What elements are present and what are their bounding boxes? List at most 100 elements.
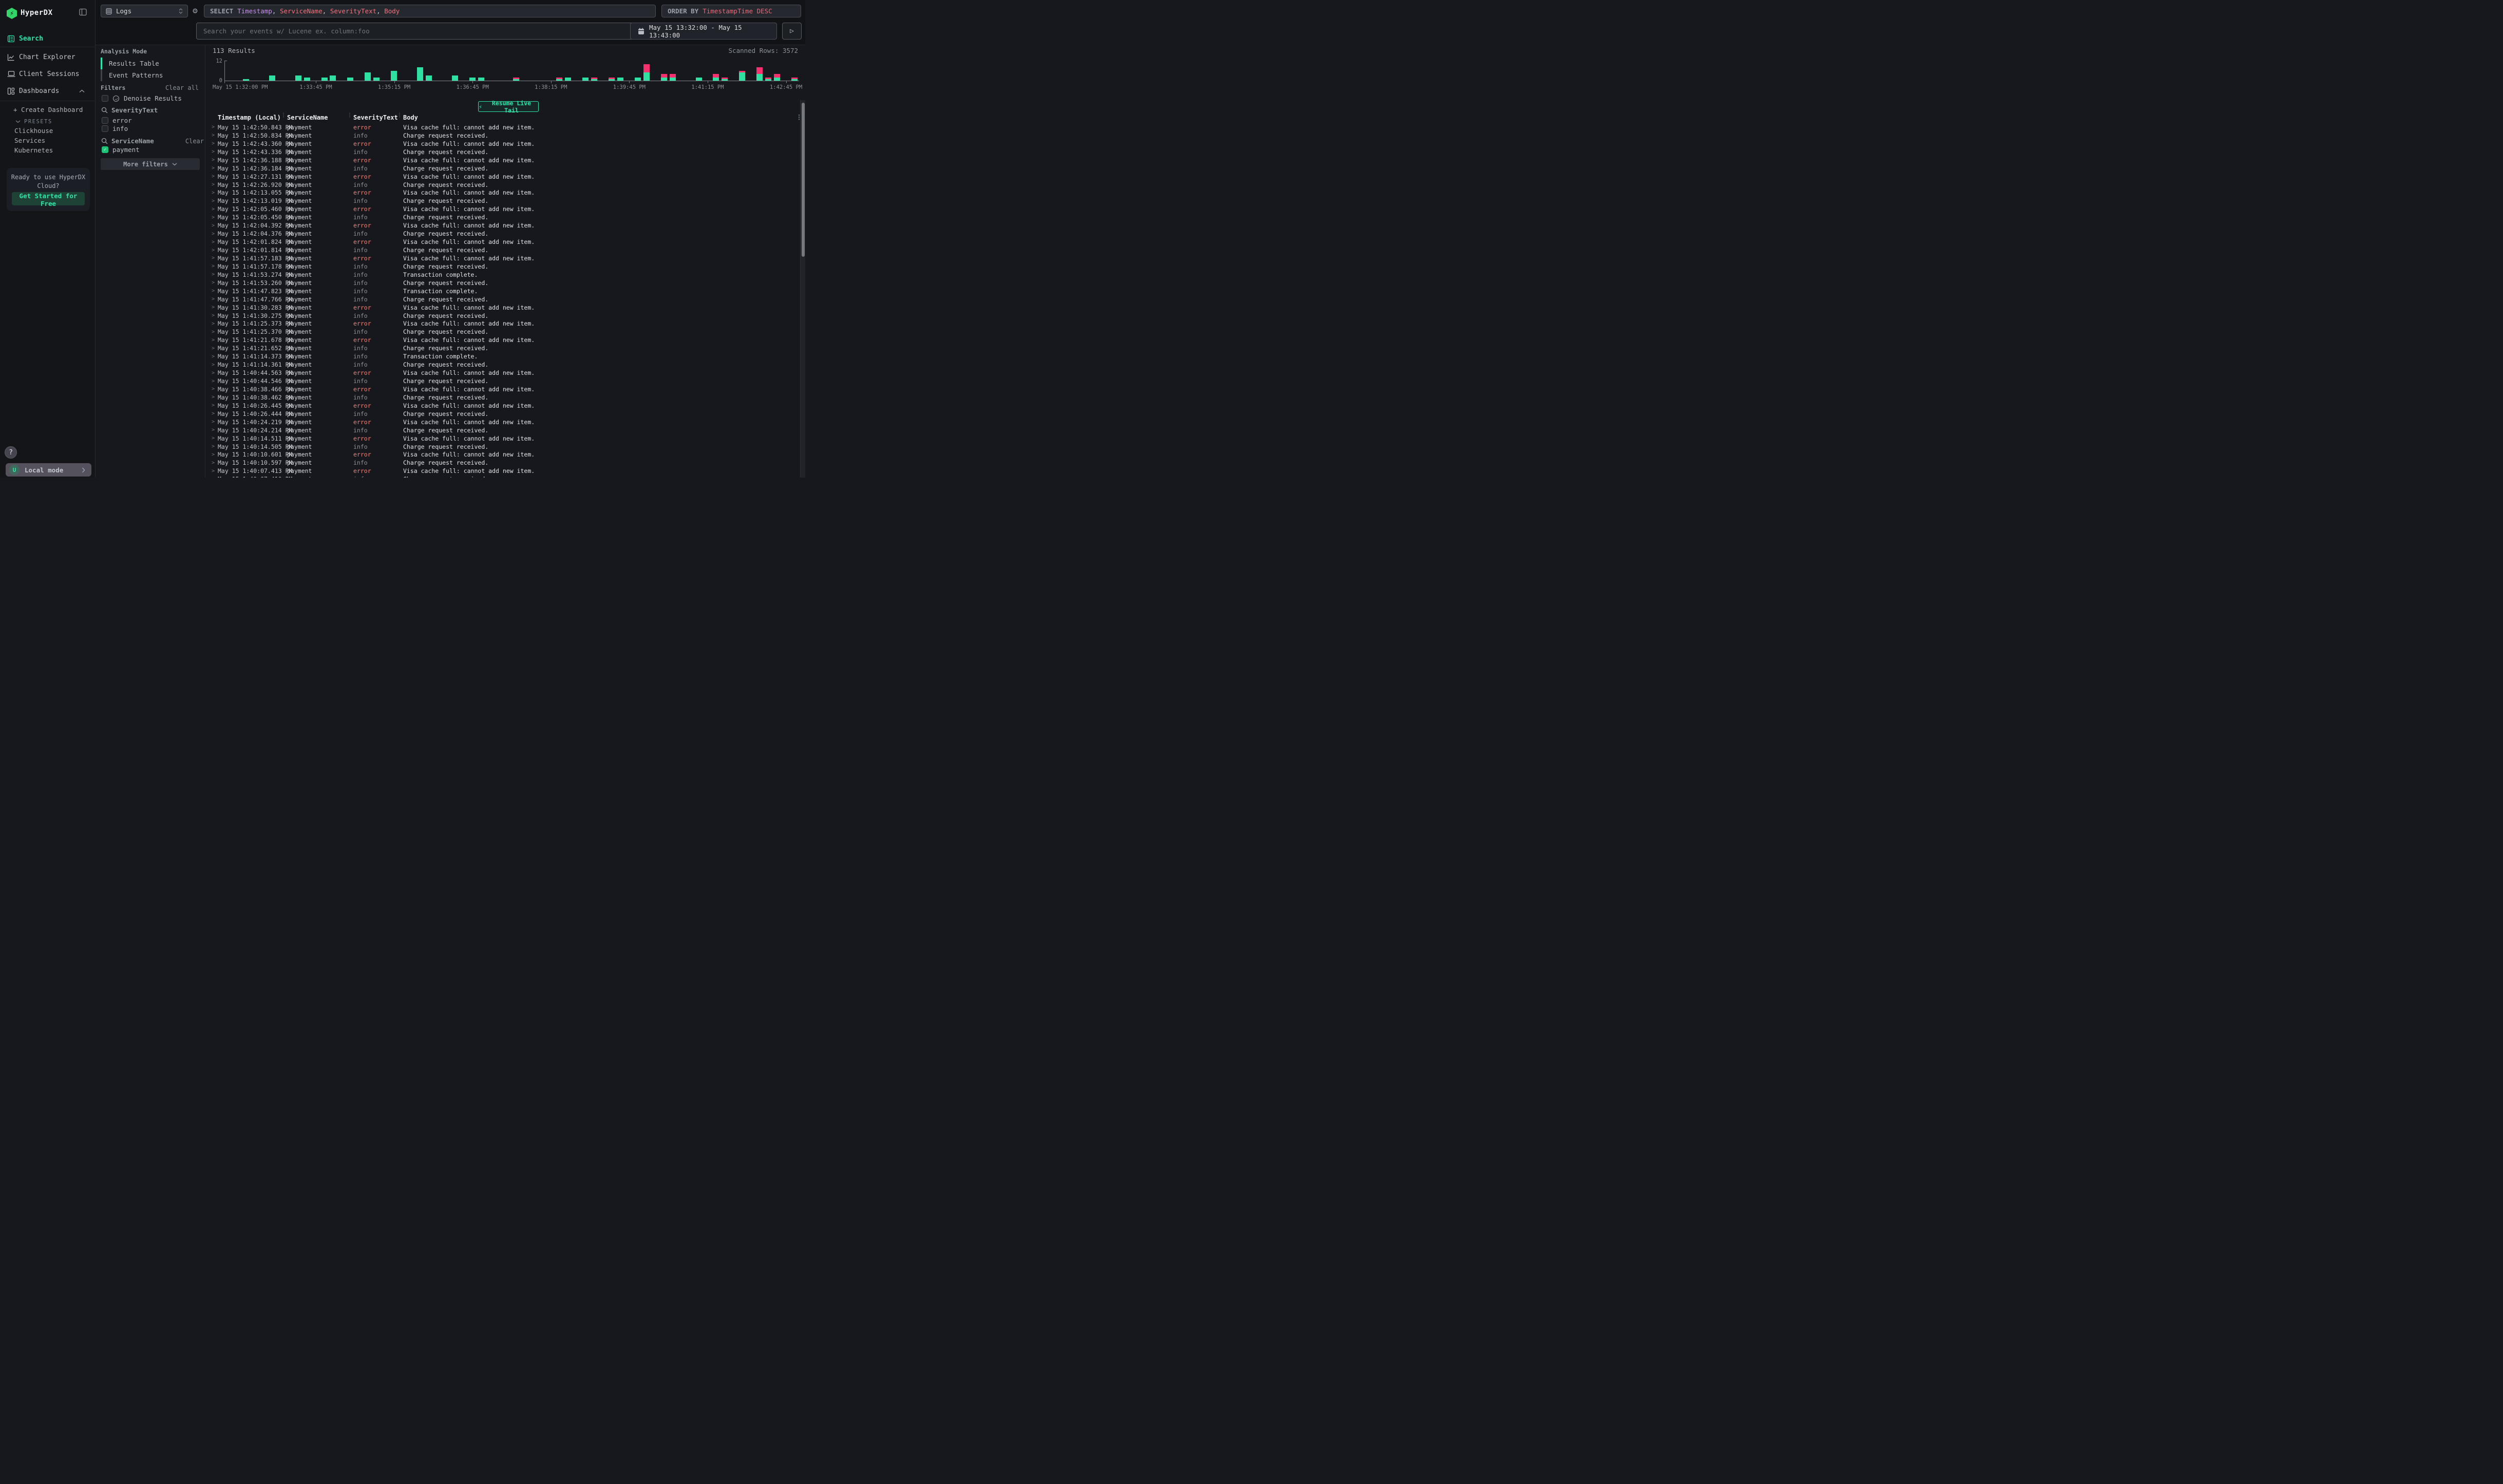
row-expand-chevron-icon[interactable]: > xyxy=(212,419,215,425)
row-expand-chevron-icon[interactable]: > xyxy=(212,263,215,269)
histogram-bar[interactable] xyxy=(774,74,780,81)
row-expand-chevron-icon[interactable]: > xyxy=(212,452,215,458)
row-expand-chevron-icon[interactable]: > xyxy=(212,386,215,392)
histogram-bar[interactable] xyxy=(478,78,484,81)
search-icon[interactable] xyxy=(101,138,108,144)
histogram-bar[interactable] xyxy=(269,75,275,81)
row-expand-chevron-icon[interactable]: > xyxy=(212,141,215,146)
table-row[interactable]: >May 15 1:42:13.055 PMpaymenterrorVisa c… xyxy=(205,189,795,197)
row-expand-chevron-icon[interactable]: > xyxy=(212,346,215,351)
row-expand-chevron-icon[interactable]: > xyxy=(212,182,215,187)
row-expand-chevron-icon[interactable]: > xyxy=(212,124,215,130)
row-expand-chevron-icon[interactable]: > xyxy=(212,378,215,384)
row-expand-chevron-icon[interactable]: > xyxy=(212,215,215,220)
run-query-button[interactable]: ▷ xyxy=(782,23,802,40)
row-expand-chevron-icon[interactable]: > xyxy=(212,370,215,376)
row-expand-chevron-icon[interactable]: > xyxy=(212,255,215,261)
table-row[interactable]: >May 15 1:41:30.283 PMpaymenterrorVisa c… xyxy=(205,303,795,312)
more-filters-button[interactable]: More filters xyxy=(101,158,200,170)
histogram-bar[interactable] xyxy=(304,78,310,81)
histogram-bar[interactable] xyxy=(513,78,519,81)
source-settings-gear-icon[interactable]: ⚙ xyxy=(191,6,200,15)
row-expand-chevron-icon[interactable]: > xyxy=(212,165,215,171)
histogram-bar[interactable] xyxy=(295,75,301,81)
denoise-results-checkbox-row[interactable]: Denoise Results xyxy=(102,94,182,102)
histogram-bar[interactable] xyxy=(373,78,380,81)
mode-results-table[interactable]: Results Table xyxy=(101,58,200,69)
create-dashboard-link[interactable]: + Create Dashboard xyxy=(13,106,83,113)
mode-event-patterns[interactable]: Event Patterns xyxy=(101,69,200,81)
table-row[interactable]: >May 15 1:41:47.823 PMpaymentinfoTransac… xyxy=(205,287,795,295)
table-row[interactable]: >May 15 1:41:25.373 PMpaymenterrorVisa c… xyxy=(205,320,795,328)
histogram-bar[interactable] xyxy=(391,71,397,81)
row-expand-chevron-icon[interactable]: > xyxy=(212,223,215,229)
table-row[interactable]: >May 15 1:40:38.466 PMpaymenterrorVisa c… xyxy=(205,385,795,393)
row-expand-chevron-icon[interactable]: > xyxy=(212,477,215,478)
table-row[interactable]: >May 15 1:40:07.413 PMpaymenterrorVisa c… xyxy=(205,467,795,475)
clear-all-filters-link[interactable]: Clear all xyxy=(165,84,199,91)
row-expand-chevron-icon[interactable]: > xyxy=(212,313,215,318)
row-expand-chevron-icon[interactable]: > xyxy=(212,206,215,212)
row-expand-chevron-icon[interactable]: > xyxy=(212,190,215,196)
table-row[interactable]: >May 15 1:42:43.336 PMpaymentinfoCharge … xyxy=(205,148,795,156)
row-expand-chevron-icon[interactable]: > xyxy=(212,239,215,245)
table-row[interactable]: >May 15 1:40:10.601 PMpaymenterrorVisa c… xyxy=(205,451,795,459)
histogram-bar[interactable] xyxy=(452,75,458,81)
table-row[interactable]: >May 15 1:42:50.843 PMpaymenterrorVisa c… xyxy=(205,123,795,131)
row-expand-chevron-icon[interactable]: > xyxy=(212,329,215,335)
histogram-bar[interactable] xyxy=(565,78,571,81)
row-expand-chevron-icon[interactable]: > xyxy=(212,174,215,179)
histogram-bar[interactable] xyxy=(321,78,328,81)
get-started-button[interactable]: Get Started for Free xyxy=(12,192,85,205)
table-row[interactable]: >May 15 1:41:14.373 PMpaymentinfoTransac… xyxy=(205,352,795,360)
row-expand-chevron-icon[interactable]: > xyxy=(212,394,215,400)
row-expand-chevron-icon[interactable]: > xyxy=(212,132,215,138)
table-row[interactable]: >May 15 1:40:44.546 PMpaymentinfoCharge … xyxy=(205,377,795,385)
histogram-bar[interactable] xyxy=(765,78,771,81)
preset-services[interactable]: Services xyxy=(14,137,45,144)
table-row[interactable]: >May 15 1:42:04.392 PMpaymenterrorVisa c… xyxy=(205,221,795,230)
col-servicename[interactable]: ServiceName xyxy=(287,114,328,121)
row-expand-chevron-icon[interactable]: > xyxy=(212,460,215,466)
table-row[interactable]: >May 15 1:42:43.360 PMpaymenterrorVisa c… xyxy=(205,140,795,148)
column-resize-handle-icon[interactable]: ⋮ xyxy=(281,113,286,118)
preset-kubernetes[interactable]: Kubernetes xyxy=(14,146,53,154)
table-row[interactable]: >May 15 1:41:21.678 PMpaymenterrorVisa c… xyxy=(205,336,795,344)
column-resize-handle-icon[interactable]: ⋮ xyxy=(397,113,402,118)
filter-option-payment[interactable]: ✓ payment xyxy=(102,146,140,154)
histogram-bar[interactable] xyxy=(417,67,423,81)
table-row[interactable]: >May 15 1:40:10.597 PMpaymentinfoCharge … xyxy=(205,459,795,467)
row-expand-chevron-icon[interactable]: > xyxy=(212,296,215,302)
histogram-bar[interactable] xyxy=(643,64,650,81)
row-expand-chevron-icon[interactable]: > xyxy=(212,444,215,449)
row-expand-chevron-icon[interactable]: > xyxy=(212,468,215,474)
filter-option-info[interactable]: info xyxy=(102,125,128,132)
row-expand-chevron-icon[interactable]: > xyxy=(212,272,215,277)
histogram-bar[interactable] xyxy=(713,74,719,81)
row-expand-chevron-icon[interactable]: > xyxy=(212,149,215,155)
source-select[interactable]: Logs xyxy=(101,5,188,17)
table-row[interactable]: >May 15 1:42:13.019 PMpaymentinfoCharge … xyxy=(205,197,795,205)
row-expand-chevron-icon[interactable]: > xyxy=(212,305,215,310)
table-row[interactable]: >May 15 1:42:26.920 PMpaymentinfoCharge … xyxy=(205,181,795,189)
histogram-bar[interactable] xyxy=(330,75,336,81)
table-row[interactable]: >May 15 1:40:14.511 PMpaymenterrorVisa c… xyxy=(205,434,795,443)
checkbox-unchecked[interactable] xyxy=(102,125,108,132)
table-row[interactable]: >May 15 1:40:24.214 PMpaymentinfoCharge … xyxy=(205,426,795,434)
table-row[interactable]: >May 15 1:41:57.178 PMpaymentinfoCharge … xyxy=(205,262,795,271)
table-row[interactable]: >May 15 1:40:07.410 PMpaymentinfoCharge … xyxy=(205,475,795,478)
histogram-bar[interactable] xyxy=(635,78,641,81)
table-row[interactable]: >May 15 1:42:01.824 PMpaymenterrorVisa c… xyxy=(205,238,795,246)
checkbox-unchecked[interactable] xyxy=(102,117,108,124)
row-expand-chevron-icon[interactable]: > xyxy=(212,411,215,416)
table-row[interactable]: >May 15 1:42:50.834 PMpaymentinfoCharge … xyxy=(205,131,795,140)
row-expand-chevron-icon[interactable]: > xyxy=(212,337,215,343)
table-row[interactable]: >May 15 1:42:05.460 PMpaymenterrorVisa c… xyxy=(205,205,795,213)
table-row[interactable]: >May 15 1:40:26.444 PMpaymentinfoCharge … xyxy=(205,410,795,418)
histogram-bar[interactable] xyxy=(670,74,676,81)
histogram-bar[interactable] xyxy=(469,78,476,81)
histogram-bar[interactable] xyxy=(347,78,353,81)
table-row[interactable]: >May 15 1:42:27.131 PMpaymenterrorVisa c… xyxy=(205,173,795,181)
row-expand-chevron-icon[interactable]: > xyxy=(212,427,215,433)
table-row[interactable]: >May 15 1:41:47.766 PMpaymentinfoCharge … xyxy=(205,295,795,303)
